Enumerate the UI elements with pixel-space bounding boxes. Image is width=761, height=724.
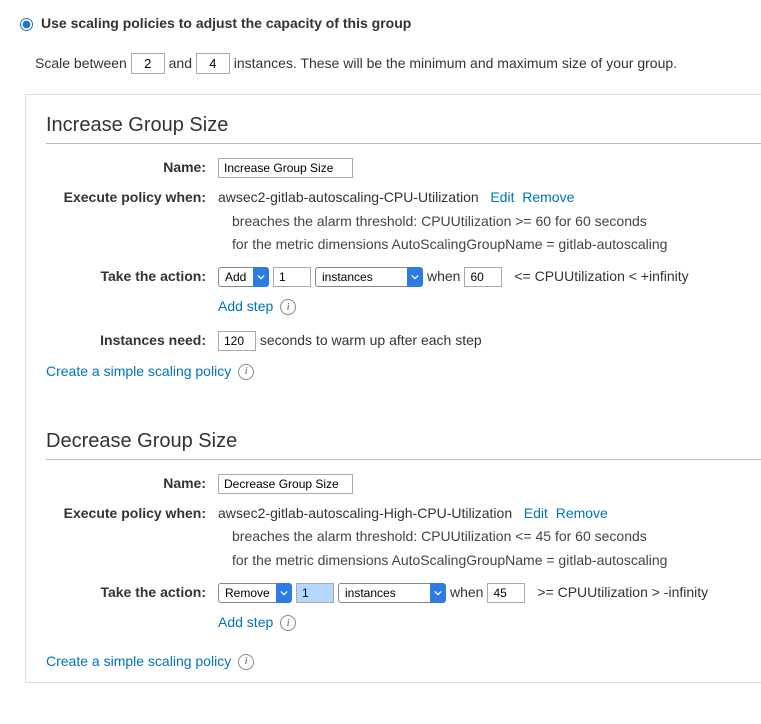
edit-link[interactable]: Edit [524, 505, 548, 521]
scale-min-input[interactable] [131, 53, 165, 74]
increase-alarm-line2: for the metric dimensions AutoScalingGro… [232, 233, 761, 257]
scale-max-input[interactable] [196, 53, 230, 74]
scaling-policies-label: Use scaling policies to adjust the capac… [41, 15, 411, 31]
decrease-alarm-line2: for the metric dimensions AutoScalingGro… [232, 549, 761, 573]
decrease-section-title: Decrease Group Size [46, 430, 761, 453]
chevron-down-icon [430, 583, 446, 603]
increase-warmup-input[interactable] [218, 331, 256, 351]
name-label: Name: [46, 472, 218, 491]
decrease-alarm-name: awsec2-gitlab-autoscaling-High-CPU-Utili… [218, 505, 512, 521]
decrease-action-count-input[interactable] [296, 583, 334, 603]
increase-section-title: Increase Group Size [46, 114, 761, 137]
edit-link[interactable]: Edit [490, 189, 514, 205]
divider [46, 143, 761, 144]
when-text: when [450, 581, 483, 605]
name-label: Name: [46, 156, 218, 175]
increase-action-op-select[interactable]: Add [218, 267, 253, 287]
add-step-link[interactable]: Add step [218, 614, 273, 630]
scale-between-line: Scale between and instances. These will … [35, 53, 761, 74]
execute-when-label: Execute policy when: [46, 502, 218, 521]
remove-link[interactable]: Remove [556, 505, 608, 521]
when-text: when [427, 265, 460, 289]
simple-policy-link[interactable]: Create a simple scaling policy [46, 653, 231, 669]
scale-prefix: Scale between [35, 55, 127, 71]
add-step-link[interactable]: Add step [218, 298, 273, 314]
increase-threshold-input[interactable] [464, 267, 502, 287]
increase-action-unit-select[interactable]: instances [315, 267, 407, 287]
simple-policy-link[interactable]: Create a simple scaling policy [46, 363, 231, 379]
instances-need-label: Instances need: [46, 329, 218, 348]
scaling-policies-radio[interactable] [20, 18, 33, 31]
decrease-condition: >= CPUUtilization > -infinity [537, 581, 708, 605]
decrease-action-op-select[interactable]: Remove [218, 583, 276, 603]
chevron-down-icon [276, 583, 292, 603]
increase-condition: <= CPUUtilization < +infinity [514, 265, 688, 289]
info-icon[interactable]: i [280, 299, 296, 315]
decrease-action-unit-select[interactable]: instances [338, 583, 430, 603]
scale-suffix: instances. These will be the minimum and… [234, 55, 677, 71]
scale-mid: and [169, 55, 192, 71]
remove-link[interactable]: Remove [522, 189, 574, 205]
chevron-down-icon [253, 267, 269, 287]
policies-panel: Increase Group Size Name: Execute policy… [25, 94, 761, 683]
decrease-name-input[interactable] [218, 474, 353, 494]
info-icon[interactable]: i [238, 364, 254, 380]
increase-alarm-line1: breaches the alarm threshold: CPUUtiliza… [232, 210, 761, 234]
info-icon[interactable]: i [238, 654, 254, 670]
info-icon[interactable]: i [280, 615, 296, 631]
decrease-alarm-line1: breaches the alarm threshold: CPUUtiliza… [232, 525, 761, 549]
execute-when-label: Execute policy when: [46, 186, 218, 205]
take-action-label: Take the action: [46, 581, 218, 600]
increase-name-input[interactable] [218, 158, 353, 178]
increase-action-count-input[interactable] [273, 267, 311, 287]
take-action-label: Take the action: [46, 265, 218, 284]
chevron-down-icon [407, 267, 423, 287]
increase-alarm-name: awsec2-gitlab-autoscaling-CPU-Utilizatio… [218, 189, 479, 205]
warmup-suffix: seconds to warm up after each step [260, 332, 482, 348]
divider [46, 459, 761, 460]
decrease-threshold-input[interactable] [487, 583, 525, 603]
